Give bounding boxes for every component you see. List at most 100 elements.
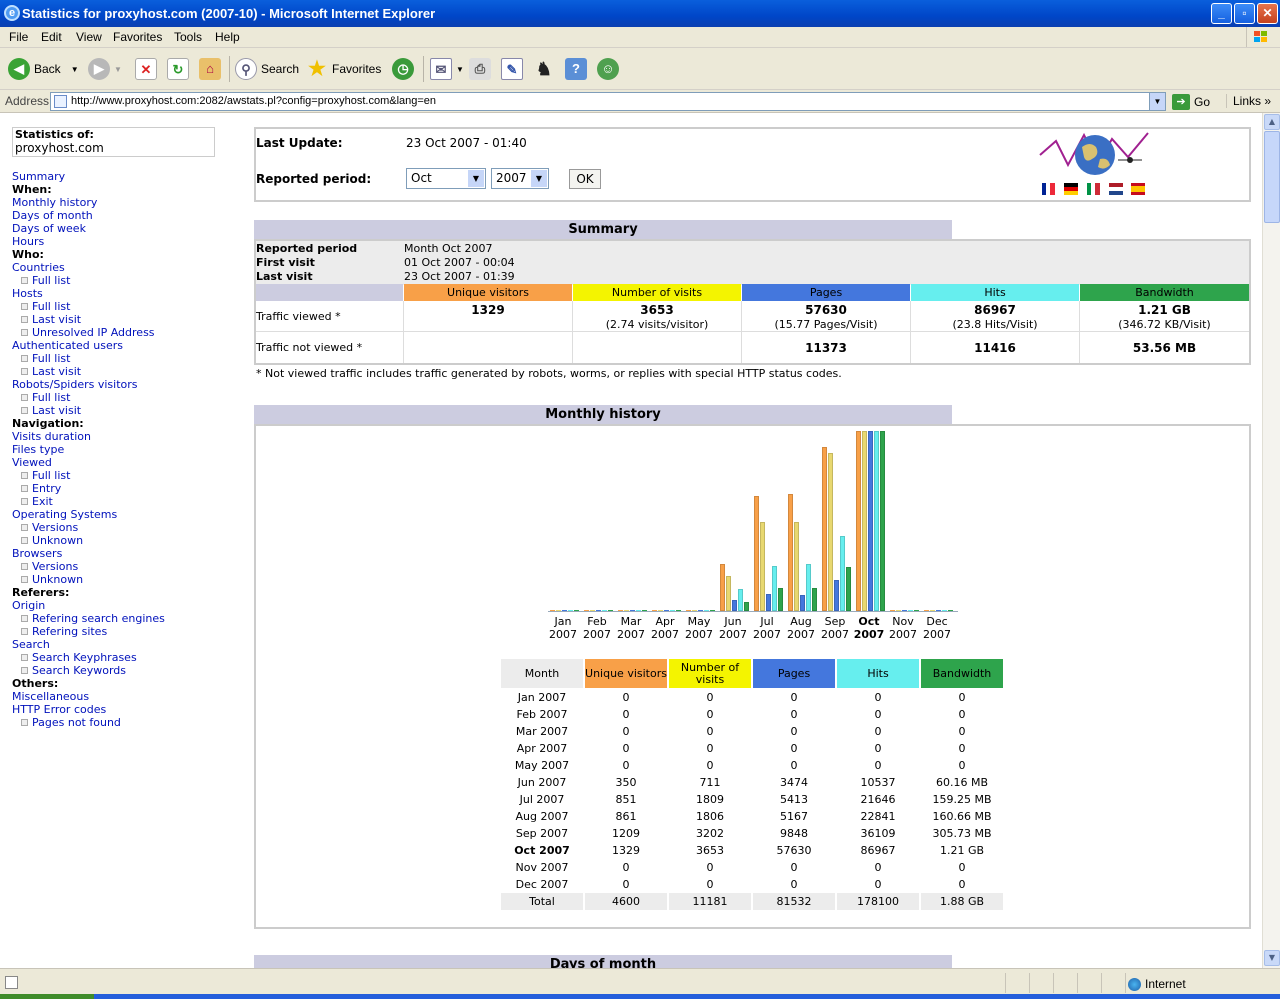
sidebar-item-refering-sites[interactable]: Refering sites bbox=[12, 625, 107, 638]
sidebar-item-full-list[interactable]: Full list bbox=[12, 300, 70, 313]
history-button[interactable]: ◷ bbox=[392, 56, 414, 82]
value-cell: 0 bbox=[874, 742, 882, 755]
bullet-icon bbox=[21, 484, 28, 492]
page-icon bbox=[54, 95, 67, 108]
sidebar-item-unknown[interactable]: Unknown bbox=[12, 534, 83, 547]
scroll-thumb[interactable] bbox=[1264, 131, 1280, 223]
close-button[interactable]: ✕ bbox=[1257, 3, 1278, 24]
menu-edit[interactable]: Edit bbox=[41, 30, 62, 44]
sidebar-item-days-of-week[interactable]: Days of week bbox=[12, 222, 86, 235]
sidebar-item-monthly-history[interactable]: Monthly history bbox=[12, 196, 97, 209]
value-cell: 60.16 MB bbox=[935, 776, 989, 789]
sidebar-item-full-list[interactable]: Full list bbox=[12, 469, 70, 482]
discuss-button[interactable]: ♞ bbox=[533, 56, 555, 82]
back-dropdown-icon[interactable]: ▼ bbox=[71, 65, 79, 74]
edit-button[interactable]: ✎ bbox=[501, 56, 523, 82]
total-cell: 81532 bbox=[753, 893, 835, 910]
menu-help[interactable]: Help bbox=[215, 30, 240, 44]
sidebar-item-miscellaneous[interactable]: Miscellaneous bbox=[12, 690, 89, 703]
vertical-scrollbar[interactable]: ▲ ▼ bbox=[1262, 113, 1280, 968]
home-button[interactable]: ⌂ bbox=[199, 56, 221, 82]
sidebar-item-refering-search-engines[interactable]: Refering search engines bbox=[12, 612, 165, 625]
viewed-subvalue: (2.74 visits/visitor) bbox=[605, 318, 709, 331]
sidebar-item-versions[interactable]: Versions bbox=[12, 560, 78, 573]
mail-button[interactable]: ✉ ▼ bbox=[430, 56, 464, 82]
value-cell: 0 bbox=[622, 725, 630, 738]
sidebar-item-browsers[interactable]: Browsers bbox=[12, 547, 62, 560]
sidebar-item-http-error-codes[interactable]: HTTP Error codes bbox=[12, 703, 106, 716]
forward-button[interactable]: ▶ ▼ bbox=[88, 56, 122, 82]
ok-button[interactable]: OK bbox=[569, 169, 601, 189]
sidebar-item-operating-systems[interactable]: Operating Systems bbox=[12, 508, 117, 521]
sidebar-item-origin[interactable]: Origin bbox=[12, 599, 45, 612]
bar-jul-bandwidth-mb bbox=[778, 588, 783, 611]
search-button[interactable]: ⚲ Search bbox=[235, 56, 299, 82]
sidebar-item-authenticated-users[interactable]: Authenticated users bbox=[12, 339, 123, 352]
sidebar-item-search-keywords[interactable]: Search Keywords bbox=[12, 664, 126, 677]
sidebar-item-visits-duration[interactable]: Visits duration bbox=[12, 430, 91, 443]
menu-view[interactable]: View bbox=[76, 30, 102, 44]
sidebar-item-full-list[interactable]: Full list bbox=[12, 274, 70, 287]
scroll-down-icon[interactable]: ▼ bbox=[1264, 950, 1280, 966]
maximize-button[interactable]: ▫ bbox=[1234, 3, 1255, 24]
sidebar-item-unresolved-ip-address[interactable]: Unresolved IP Address bbox=[12, 326, 155, 339]
sidebar-item-last-visit[interactable]: Last visit bbox=[12, 404, 81, 417]
value-cell: 0 bbox=[958, 691, 966, 704]
bar-aug-bandwidth-mb bbox=[812, 588, 817, 611]
sidebar-item-full-list[interactable]: Full list bbox=[12, 391, 70, 404]
menu-file[interactable]: File bbox=[9, 30, 28, 44]
sidebar-item-search-keyphrases[interactable]: Search Keyphrases bbox=[12, 651, 137, 664]
windows-logo-icon bbox=[1246, 27, 1272, 47]
year-dropdown-icon: ▼ bbox=[531, 170, 547, 187]
sidebar-item-unknown[interactable]: Unknown bbox=[12, 573, 83, 586]
sidebar-item-exit[interactable]: Exit bbox=[12, 495, 53, 508]
value-cell: 1809 bbox=[696, 793, 724, 806]
monthly-history-title: Monthly history bbox=[254, 405, 952, 424]
sidebar-item-last-visit[interactable]: Last visit bbox=[12, 313, 81, 326]
sidebar-item-search[interactable]: Search bbox=[12, 638, 50, 651]
days-of-month-title: Days of month bbox=[254, 955, 952, 968]
refresh-button[interactable]: ↻ bbox=[167, 56, 189, 82]
viewed-value: 57630 bbox=[805, 303, 847, 317]
value-cell: 0 bbox=[874, 759, 882, 772]
sidebar-item-hours[interactable]: Hours bbox=[12, 235, 44, 248]
favorites-button[interactable]: ★ Favorites bbox=[306, 56, 381, 82]
stop-button[interactable]: ✕ bbox=[135, 56, 157, 82]
sidebar-item-summary[interactable]: Summary bbox=[12, 170, 65, 183]
bullet-icon bbox=[21, 276, 28, 284]
sidebar-item-entry[interactable]: Entry bbox=[12, 482, 61, 495]
month-select[interactable]: Oct ▼ bbox=[406, 168, 486, 189]
scroll-up-icon[interactable]: ▲ bbox=[1264, 114, 1280, 130]
sidebar-item-last-visit[interactable]: Last visit bbox=[12, 365, 81, 378]
links-button[interactable]: Links » bbox=[1226, 94, 1280, 108]
total-cell: 1.88 GB bbox=[921, 893, 1003, 910]
sidebar-item-hosts[interactable]: Hosts bbox=[12, 287, 43, 300]
address-dropdown-icon[interactable]: ▼ bbox=[1149, 93, 1165, 110]
sidebar-item-versions[interactable]: Versions bbox=[12, 521, 78, 534]
value-cell: 305.73 MB bbox=[932, 827, 992, 840]
forward-dropdown-icon[interactable]: ▼ bbox=[114, 65, 122, 74]
menu-tools[interactable]: Tools bbox=[174, 30, 202, 44]
sidebar-item-days-of-month[interactable]: Days of month bbox=[12, 209, 93, 222]
go-button[interactable]: ➔ Go bbox=[1172, 92, 1210, 111]
address-field[interactable]: http://www.proxyhost.com:2082/awstats.pl… bbox=[50, 92, 1166, 111]
mail-dropdown-icon[interactable]: ▼ bbox=[456, 65, 464, 74]
sidebar-item-files-type[interactable]: Files type bbox=[12, 443, 64, 456]
back-button[interactable]: ◀ Back ▼ bbox=[8, 56, 79, 82]
value-cell: 861 bbox=[615, 810, 637, 823]
sidebar-item-pages-not-found[interactable]: Pages not found bbox=[12, 716, 121, 729]
last-update-value: 23 Oct 2007 - 01:40 bbox=[406, 136, 527, 150]
messenger-button[interactable]: ☺ bbox=[597, 56, 619, 82]
print-button[interactable]: ⎙ bbox=[469, 56, 491, 82]
x-tick-month: May bbox=[687, 615, 711, 628]
sidebar-item-full-list[interactable]: Full list bbox=[12, 352, 70, 365]
sidebar-item-robots-spiders-visitors[interactable]: Robots/Spiders visitors bbox=[12, 378, 138, 391]
minimize-button[interactable]: _ bbox=[1211, 3, 1232, 24]
menu-favorites[interactable]: Favorites bbox=[113, 30, 162, 44]
sidebar-item-viewed[interactable]: Viewed bbox=[12, 456, 52, 469]
value-cell: 21646 bbox=[860, 793, 896, 806]
bullet-icon bbox=[21, 653, 28, 661]
year-select[interactable]: 2007 ▼ bbox=[491, 168, 549, 189]
research-button[interactable]: ? bbox=[565, 56, 587, 82]
sidebar-item-countries[interactable]: Countries bbox=[12, 261, 65, 274]
